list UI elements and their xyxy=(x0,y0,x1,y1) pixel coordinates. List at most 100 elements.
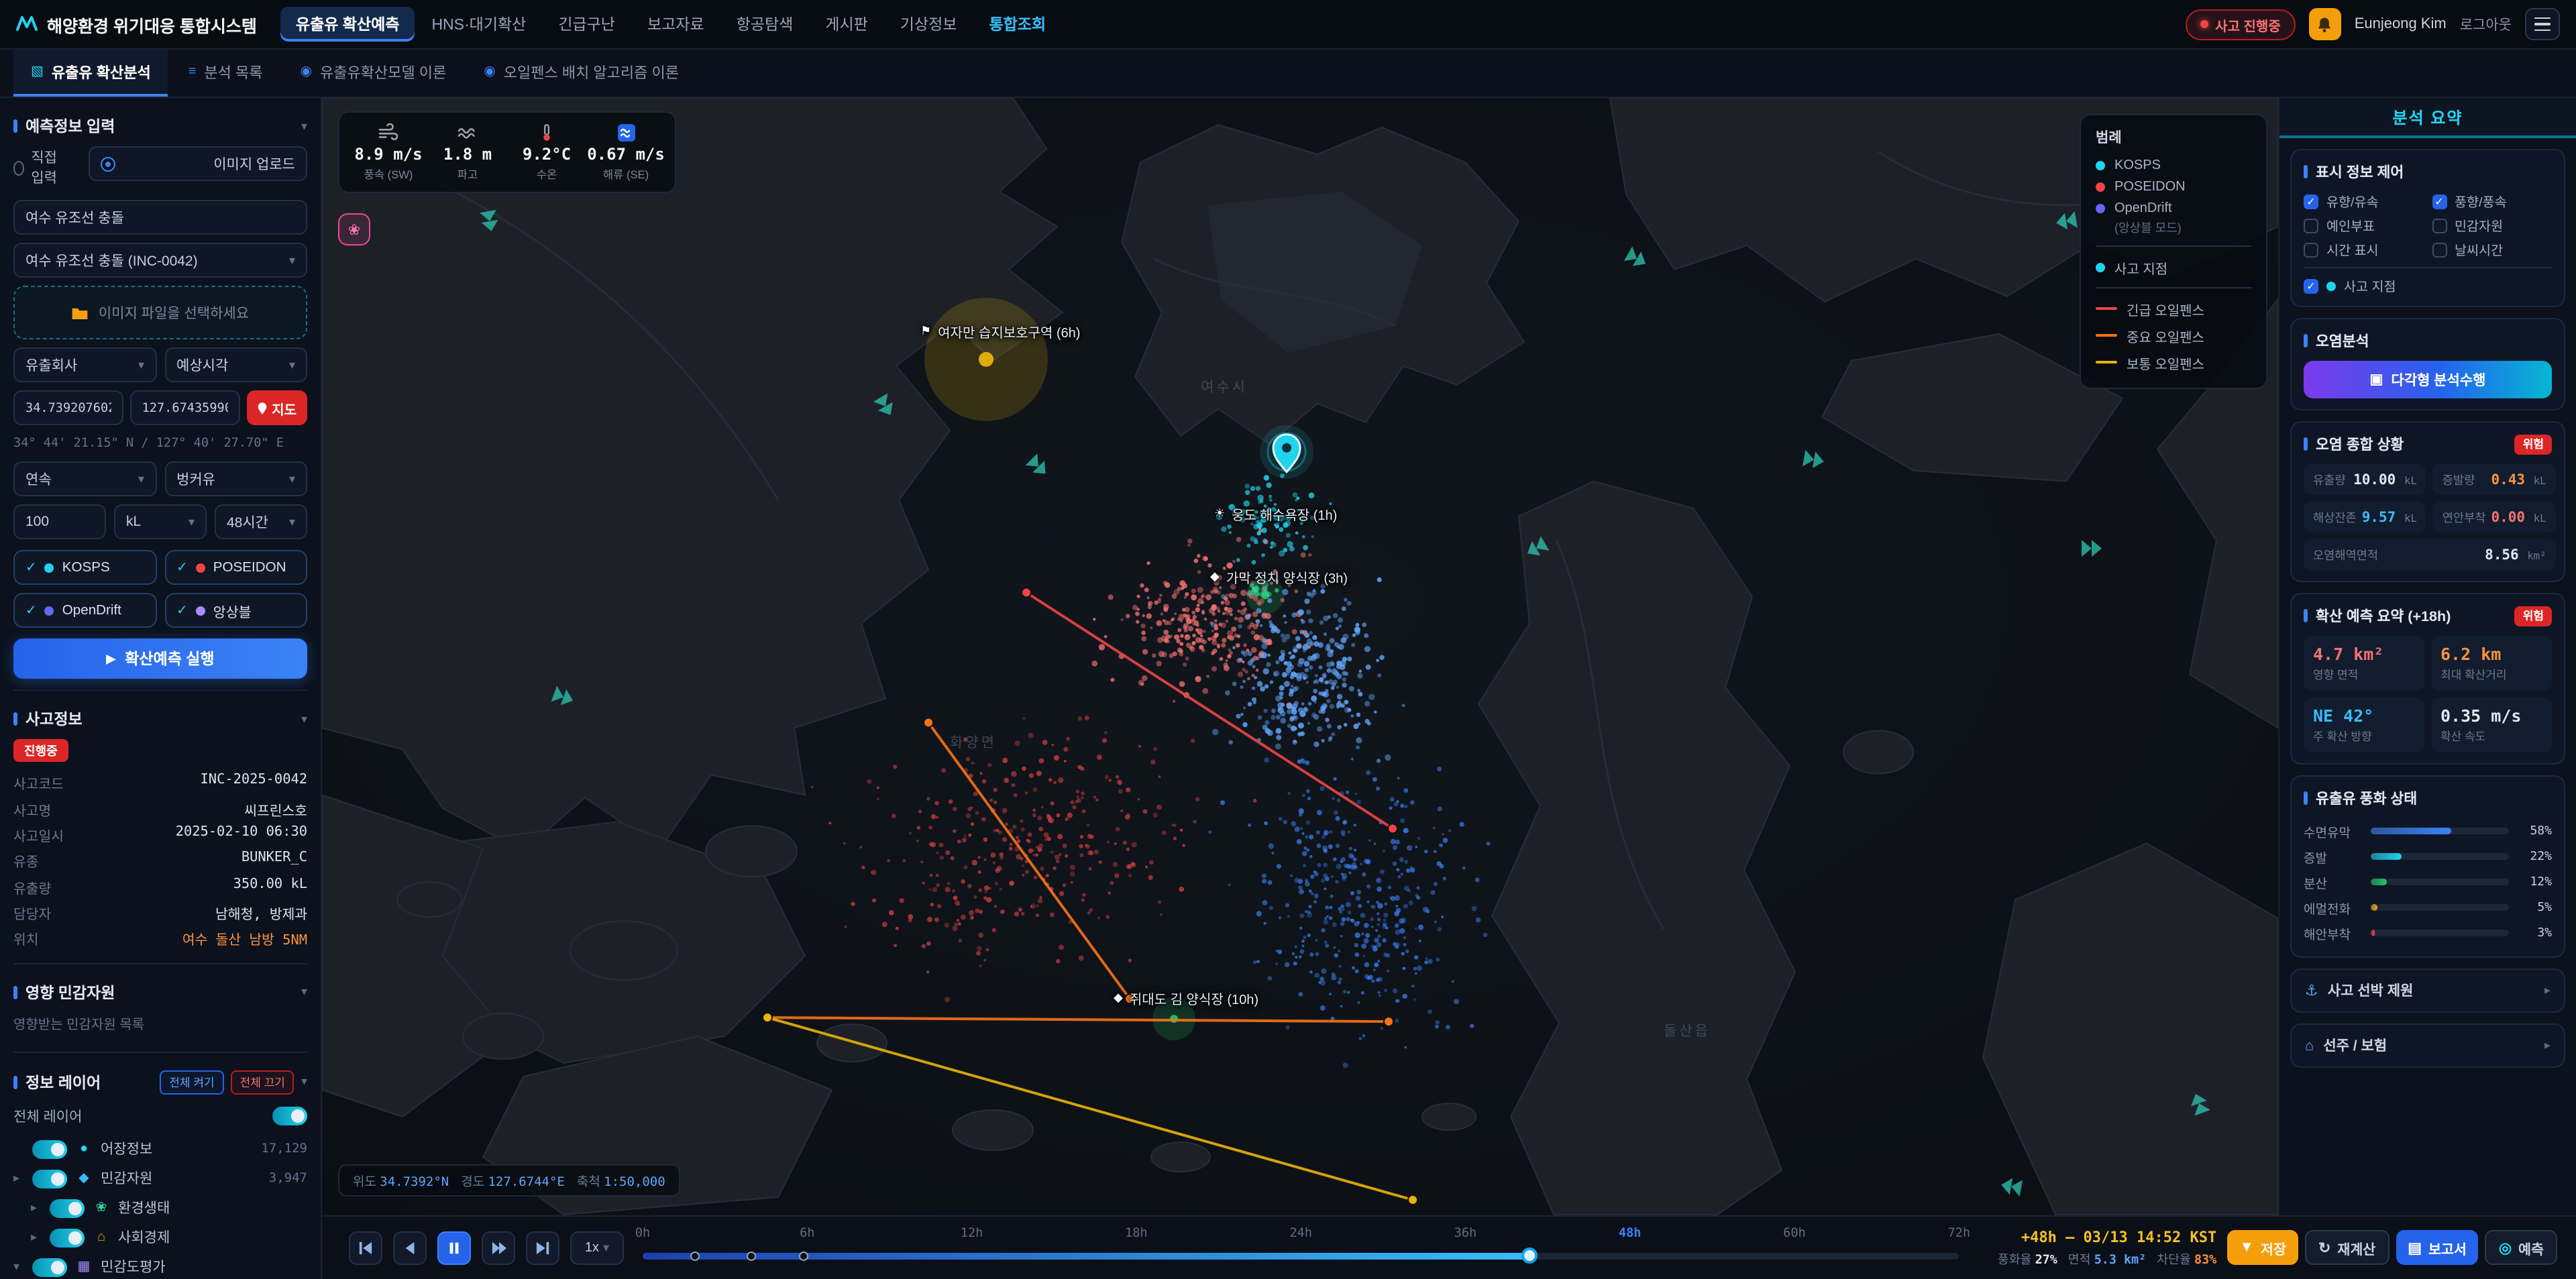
layer-toggle-sensitive-resources[interactable] xyxy=(32,1169,67,1188)
display-check-current-flow[interactable]: ✓유향/유속 xyxy=(2304,192,2424,211)
predict-section-header[interactable]: 예측정보 입력 ▾ xyxy=(13,109,307,144)
logout-link[interactable]: 로그아웃 xyxy=(2460,14,2512,34)
timeline-event-marker[interactable] xyxy=(747,1251,757,1260)
tab-analysis-list[interactable]: ≡분석 목록 xyxy=(171,50,280,97)
expected-time-select[interactable]: 예상시각 ▾ xyxy=(164,347,307,382)
timeline-slider[interactable]: 0h6h12h18h24h36h48h60h72h xyxy=(643,1216,1959,1279)
layer-item-sensitive-resources[interactable]: ▸◆민감자원3,947 xyxy=(13,1164,307,1193)
chevron-right-icon[interactable]: ▸ xyxy=(31,1201,42,1215)
unit-select[interactable]: kL ▾ xyxy=(114,504,207,539)
model-toggle-ensemble[interactable]: ✓앙상블 xyxy=(164,593,307,628)
map-style-toggle-button[interactable]: ❀ xyxy=(338,213,370,245)
nav-item-hns-air-diffusion[interactable]: HNS·대기확산 xyxy=(417,7,541,42)
model-toggle-opendrift[interactable]: ✓OpenDrift xyxy=(13,593,156,628)
step-back-button[interactable] xyxy=(393,1231,427,1264)
radio-image-upload[interactable]: 이미지 업로드 xyxy=(88,146,307,181)
timeline-tick-0h[interactable]: 0h xyxy=(635,1225,650,1240)
timeline-tick-60h[interactable]: 60h xyxy=(1783,1225,1806,1240)
incident-point-checkbox-row[interactable]: ✓ 사고 지점 xyxy=(2304,276,2552,295)
save-button[interactable]: ▼저장 xyxy=(2227,1230,2298,1265)
display-check-sensitive-resources[interactable]: 민감자원 xyxy=(2432,216,2552,235)
layer-item-socio-economy[interactable]: ▸⌂사회경제 xyxy=(13,1223,307,1252)
timeline-track[interactable] xyxy=(643,1252,1959,1259)
timeline-tick-18h[interactable]: 18h xyxy=(1125,1225,1148,1240)
oil-type-select[interactable]: 벙커유 ▾ xyxy=(164,461,307,496)
sensitive-section-header[interactable]: 영향 민감자원 ▾ xyxy=(13,975,307,1009)
wave-icon-wrap xyxy=(458,122,478,142)
nav-item-board[interactable]: 게시판 xyxy=(810,7,883,42)
polygon-analysis-button[interactable]: ▣ 다각형 분석수행 xyxy=(2304,361,2552,398)
spill-amount-input[interactable] xyxy=(13,504,106,539)
layer-toggle-eco-environment[interactable] xyxy=(50,1199,85,1217)
owner-insurance-fold-row[interactable]: ⌂ 선주 / 보험 ▸ xyxy=(2290,1023,2565,1068)
skip-to-end-button[interactable] xyxy=(526,1231,559,1264)
notification-bell-button[interactable] xyxy=(2309,8,2341,40)
incident-section-header[interactable]: 사고정보 ▾ xyxy=(13,702,307,736)
playback-speed-select[interactable]: 1x ▾ xyxy=(570,1231,624,1264)
stat-label: 유출량 xyxy=(2313,471,2346,488)
model-toggle-poseidon[interactable]: ✓POSEIDON xyxy=(164,550,307,585)
predict-button[interactable]: ◎예측 xyxy=(2485,1230,2557,1265)
timeline-tick-24h[interactable]: 24h xyxy=(1289,1225,1312,1240)
ship-specs-fold-row[interactable]: ⚓ 사고 선박 제원 ▸ xyxy=(2290,968,2565,1013)
model-color-dot xyxy=(196,606,205,615)
nav-item-aerial-search[interactable]: 항공탐색 xyxy=(722,7,808,42)
image-upload-dropzone[interactable]: 이미지 파일을 선택하세요 xyxy=(13,286,307,339)
timeline-tick-6h[interactable]: 6h xyxy=(800,1225,814,1240)
layer-toggle-sensitivity-eval[interactable] xyxy=(32,1258,67,1276)
tab-boom-algorithm-theory[interactable]: ◉오일펜스 배치 알고리즘 이론 xyxy=(466,50,696,97)
layer-toggle-fishery-info[interactable] xyxy=(32,1139,67,1158)
chevron-down-icon[interactable]: ▾ xyxy=(13,1260,24,1274)
field-label: 유종 xyxy=(13,851,39,871)
display-check-wind[interactable]: ✓풍향/풍속 xyxy=(2432,192,2552,211)
layer-item-fishery-info[interactable]: ●어장정보17,129 xyxy=(13,1134,307,1164)
timeline-stat: 차단율 83% xyxy=(2157,1248,2216,1267)
map-canvas[interactable]: 여수시화양면돌산읍⚑여자만 습지보호구역 (6h)☀웅도 해수욕장 (1h)◆가… xyxy=(322,98,2278,1215)
timeline-tick-72h[interactable]: 72h xyxy=(1947,1225,1970,1240)
spill-company-select[interactable]: 유출회사 ▾ xyxy=(13,347,156,382)
weather-cell-temp: 9.2°C수온 xyxy=(508,122,585,182)
display-check-weather-time[interactable]: 날씨시간 xyxy=(2432,240,2552,259)
display-control-title: 표시 정보 제어 xyxy=(2304,161,2552,182)
hamburger-menu-button[interactable] xyxy=(2525,8,2560,40)
radio-direct-input[interactable]: 직접 입력 xyxy=(13,146,69,189)
nav-item-oil-spill-forecast[interactable]: 유출유 확산예측 xyxy=(281,7,415,42)
chevron-right-icon[interactable]: ▸ xyxy=(13,1171,24,1186)
skip-to-start-button[interactable] xyxy=(349,1231,382,1264)
nav-item-weather-info[interactable]: 기상정보 xyxy=(885,7,972,42)
display-check-tow-buoy[interactable]: 예인부표 xyxy=(2304,216,2424,235)
pick-on-map-button[interactable]: 지도 xyxy=(246,390,307,425)
latitude-input[interactable] xyxy=(13,390,123,425)
tab-diffusion-analysis[interactable]: ▧유출유 확산분석 xyxy=(13,50,168,97)
report-button[interactable]: ▤보고서 xyxy=(2396,1230,2479,1265)
layers-all-off-button[interactable]: 전체 끄기 xyxy=(231,1070,294,1094)
timeline-tick-36h[interactable]: 36h xyxy=(1454,1225,1477,1240)
pause-button[interactable] xyxy=(437,1231,471,1264)
layer-item-sensitivity-eval[interactable]: ▾▦민감도평가 xyxy=(13,1252,307,1279)
timeline-event-marker[interactable] xyxy=(798,1251,808,1260)
timeline-event-marker[interactable] xyxy=(690,1251,700,1260)
display-check-time-display[interactable]: 시간 표시 xyxy=(2304,240,2424,259)
layer-toggle-socio-economy[interactable] xyxy=(50,1228,85,1247)
spill-mode-select[interactable]: 연속 ▾ xyxy=(13,461,156,496)
longitude-input[interactable] xyxy=(130,390,240,425)
model-toggle-kosps[interactable]: ✓KOSPS xyxy=(13,550,156,585)
tab-diffusion-model-theory[interactable]: ◉유출유확산모델 이론 xyxy=(283,50,464,97)
fast-forward-button[interactable] xyxy=(482,1231,515,1264)
nav-item-integrated-search[interactable]: 통합조회 xyxy=(974,7,1061,42)
run-prediction-button[interactable]: ▶ 확산예측 실행 xyxy=(13,638,307,679)
nav-item-emergency-rescue[interactable]: 긴급구난 xyxy=(543,7,630,42)
chevron-right-icon[interactable]: ▸ xyxy=(31,1230,42,1245)
layer-item-eco-environment[interactable]: ▸❀환경생태 xyxy=(13,1193,307,1223)
timeline-tick-12h[interactable]: 12h xyxy=(961,1225,983,1240)
timeline-handle[interactable] xyxy=(1522,1247,1538,1264)
stat-unit: kL xyxy=(2534,512,2546,524)
nav-item-report-data[interactable]: 보고자료 xyxy=(633,7,719,42)
layers-all-on-button[interactable]: 전체 켜기 xyxy=(160,1070,223,1094)
incident-select[interactable]: 여수 유조선 충돌 (INC-0042) ▾ xyxy=(13,243,307,278)
recalculate-button[interactable]: ↻재계산 xyxy=(2305,1230,2389,1265)
layer-master-toggle[interactable] xyxy=(272,1107,307,1125)
timeline-tick-48h[interactable]: 48h xyxy=(1619,1225,1642,1240)
duration-select[interactable]: 48시간 ▾ xyxy=(215,504,307,539)
incident-name-input[interactable] xyxy=(13,200,307,235)
